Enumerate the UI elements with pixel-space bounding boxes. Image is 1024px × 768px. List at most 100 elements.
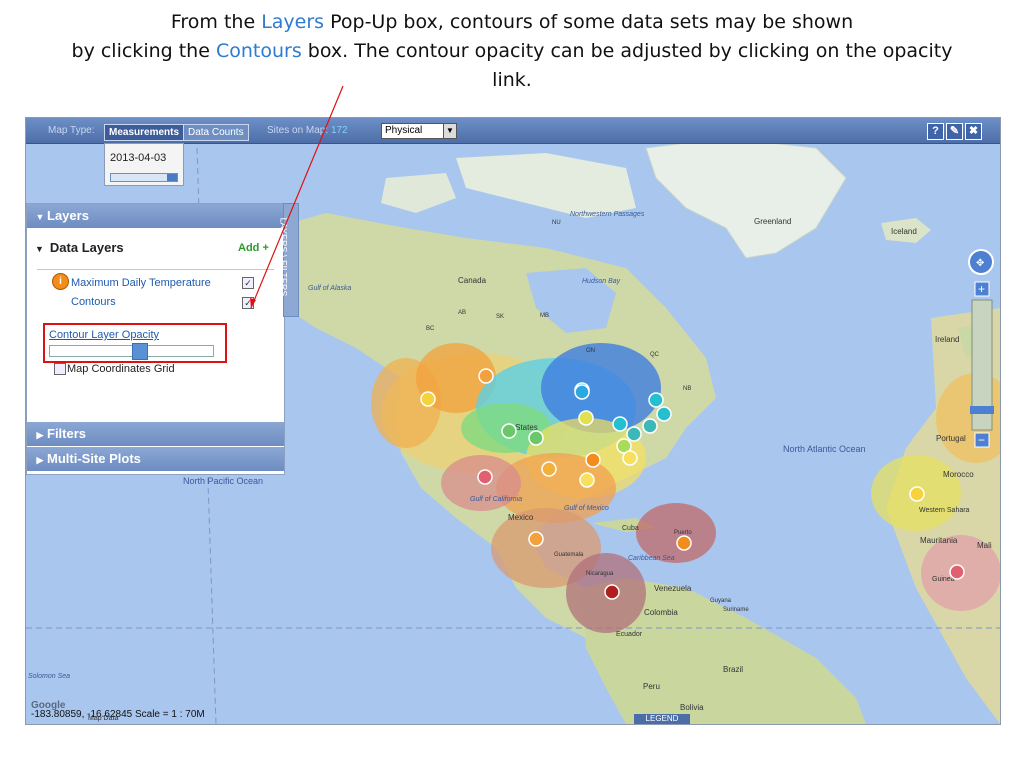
layer-name[interactable]: Maximum Daily Temperature xyxy=(71,277,211,289)
label-north-atlantic: North Atlantic Ocean xyxy=(783,444,866,454)
label-colombia: Colombia xyxy=(644,608,678,617)
help-icon[interactable]: ? xyxy=(927,123,944,140)
date-value: 2013-04-03 xyxy=(110,152,167,164)
chevron-right-icon: ▶ xyxy=(36,430,44,440)
base-map-select[interactable]: Physical ▼ xyxy=(381,123,457,139)
divider xyxy=(37,269,274,270)
caption-line-1: From the Layers Pop-Up box, contours of … xyxy=(170,11,854,33)
label-brazil: Brazil xyxy=(723,665,743,674)
label-greenland: Greenland xyxy=(754,217,791,226)
label-ab: AB xyxy=(458,310,466,316)
label-iceland: Iceland xyxy=(891,227,917,236)
map-type-label: Map Type: xyxy=(48,125,95,136)
zoom-slider-knob xyxy=(970,406,994,414)
chevron-right-icon: ▶ xyxy=(36,455,44,465)
date-selector[interactable]: 2013-04-03 xyxy=(104,143,184,186)
site-marker xyxy=(622,450,638,466)
legend-button[interactable]: LEGEND xyxy=(634,714,690,724)
label-north-pacific: North Pacific Ocean xyxy=(183,476,263,486)
caption-line-2: by clicking the Contours box. The contou… xyxy=(71,40,953,62)
site-marker xyxy=(420,391,436,407)
label-morocco: Morocco xyxy=(943,470,974,479)
data-counts-tab[interactable]: Data Counts xyxy=(183,124,249,141)
label-canada: Canada xyxy=(458,276,487,285)
label-nw-passages: Northwestern Passages xyxy=(570,211,645,218)
label-puerto: Puerto xyxy=(674,530,692,536)
site-marker xyxy=(909,486,925,502)
label-ecuador: Ecuador xyxy=(616,631,643,638)
label-mb: MB xyxy=(540,313,549,319)
label-gulf-alaska: Gulf of Alaska xyxy=(308,285,351,292)
label-guyana: Guyana xyxy=(710,598,732,604)
site-marker xyxy=(676,535,692,551)
site-marker xyxy=(626,426,642,442)
layer-visible-checkbox[interactable]: ✓ xyxy=(242,277,254,289)
site-marker xyxy=(612,416,628,432)
map-data-link[interactable]: Map Data xyxy=(88,715,118,722)
label-on: ON xyxy=(586,348,595,354)
measurements-tab[interactable]: Measurements xyxy=(104,124,185,141)
google-logo: Google xyxy=(31,700,66,711)
date-slider-fill xyxy=(167,174,177,181)
close-icon[interactable]: ✖ xyxy=(965,123,982,140)
zoom-pan-control[interactable]: ✥ + − xyxy=(967,248,999,463)
map-application-window: Greenland Iceland Canada Northwestern Pa… xyxy=(25,117,1001,725)
filters-header[interactable]: ▶ Filters xyxy=(27,422,284,446)
label-mexico: Mexico xyxy=(508,513,534,522)
label-gulf-mexico: Gulf of Mexico xyxy=(564,505,609,512)
label-mali: Mali xyxy=(977,541,992,550)
date-slider[interactable] xyxy=(110,173,178,182)
site-marker xyxy=(604,584,620,600)
site-marker xyxy=(949,564,965,580)
site-marker xyxy=(478,368,494,384)
data-layers-title[interactable]: ▼ Data Layers xyxy=(35,240,124,255)
label-sk: SK xyxy=(496,314,504,320)
layers-panel: ▼ Layers ▼ Data Layers Add + i Maximum Dai… xyxy=(26,203,285,475)
chevron-down-icon: ▼ xyxy=(35,244,44,254)
site-marker xyxy=(579,472,595,488)
site-marker xyxy=(528,430,544,446)
label-guatemala: Guatemala xyxy=(554,552,584,558)
edit-icon[interactable]: ✎ xyxy=(946,123,963,140)
add-layer-button[interactable]: Add + xyxy=(238,242,269,254)
label-portugal: Portugal xyxy=(936,434,966,443)
site-marker xyxy=(648,392,664,408)
map-toolbar: Map Type: Measurements Data Counts Sites… xyxy=(26,118,1000,144)
svg-text:✥: ✥ xyxy=(976,258,984,269)
site-marker xyxy=(477,469,493,485)
layers-filters-tab[interactable]: LAYERS \ FILTERS xyxy=(278,203,299,317)
sites-on-map: Sites on Map: 172 xyxy=(267,125,348,136)
label-peru: Peru xyxy=(643,682,660,691)
site-marker xyxy=(541,461,557,477)
svg-text:+: + xyxy=(978,282,985,296)
label-nu: NU xyxy=(552,220,561,226)
layers-header[interactable]: ▼ Layers xyxy=(27,204,284,228)
label-hudson-bay: Hudson Bay xyxy=(582,278,621,285)
multisite-plots-header[interactable]: ▶ Multi-Site Plots xyxy=(27,447,284,471)
opacity-slider[interactable] xyxy=(49,343,214,360)
contour-opacity-link[interactable]: Contour Layer Opacity xyxy=(49,329,159,341)
caption-line-3: link. xyxy=(492,69,532,91)
label-nb: NB xyxy=(683,386,691,392)
chevron-down-icon: ▼ xyxy=(443,124,456,138)
label-gulf-california: Gulf of California xyxy=(470,496,522,503)
site-marker xyxy=(656,406,672,422)
base-map-value: Physical xyxy=(385,125,423,136)
opacity-slider-knob[interactable] xyxy=(131,343,148,360)
label-solomon-sea: Solomon Sea xyxy=(28,673,70,680)
contours-checkbox[interactable]: ✓ xyxy=(242,297,254,309)
site-marker xyxy=(528,531,544,547)
label-western-sahara: Western Sahara xyxy=(919,507,970,514)
site-marker xyxy=(642,418,658,434)
svg-text:−: − xyxy=(978,433,985,447)
instruction-caption: From the Layers Pop-Up box, contours of … xyxy=(0,8,1024,95)
grid-checkbox[interactable] xyxy=(54,363,66,375)
sites-count: 172 xyxy=(330,125,348,136)
site-marker xyxy=(574,384,590,400)
grid-label: Map Coordinates Grid xyxy=(67,363,175,375)
label-cuba: Cuba xyxy=(622,525,639,532)
site-marker xyxy=(585,452,601,468)
site-marker xyxy=(501,423,517,439)
label-mauritania: Mauritania xyxy=(920,536,958,545)
label-bc: BC xyxy=(426,326,435,332)
